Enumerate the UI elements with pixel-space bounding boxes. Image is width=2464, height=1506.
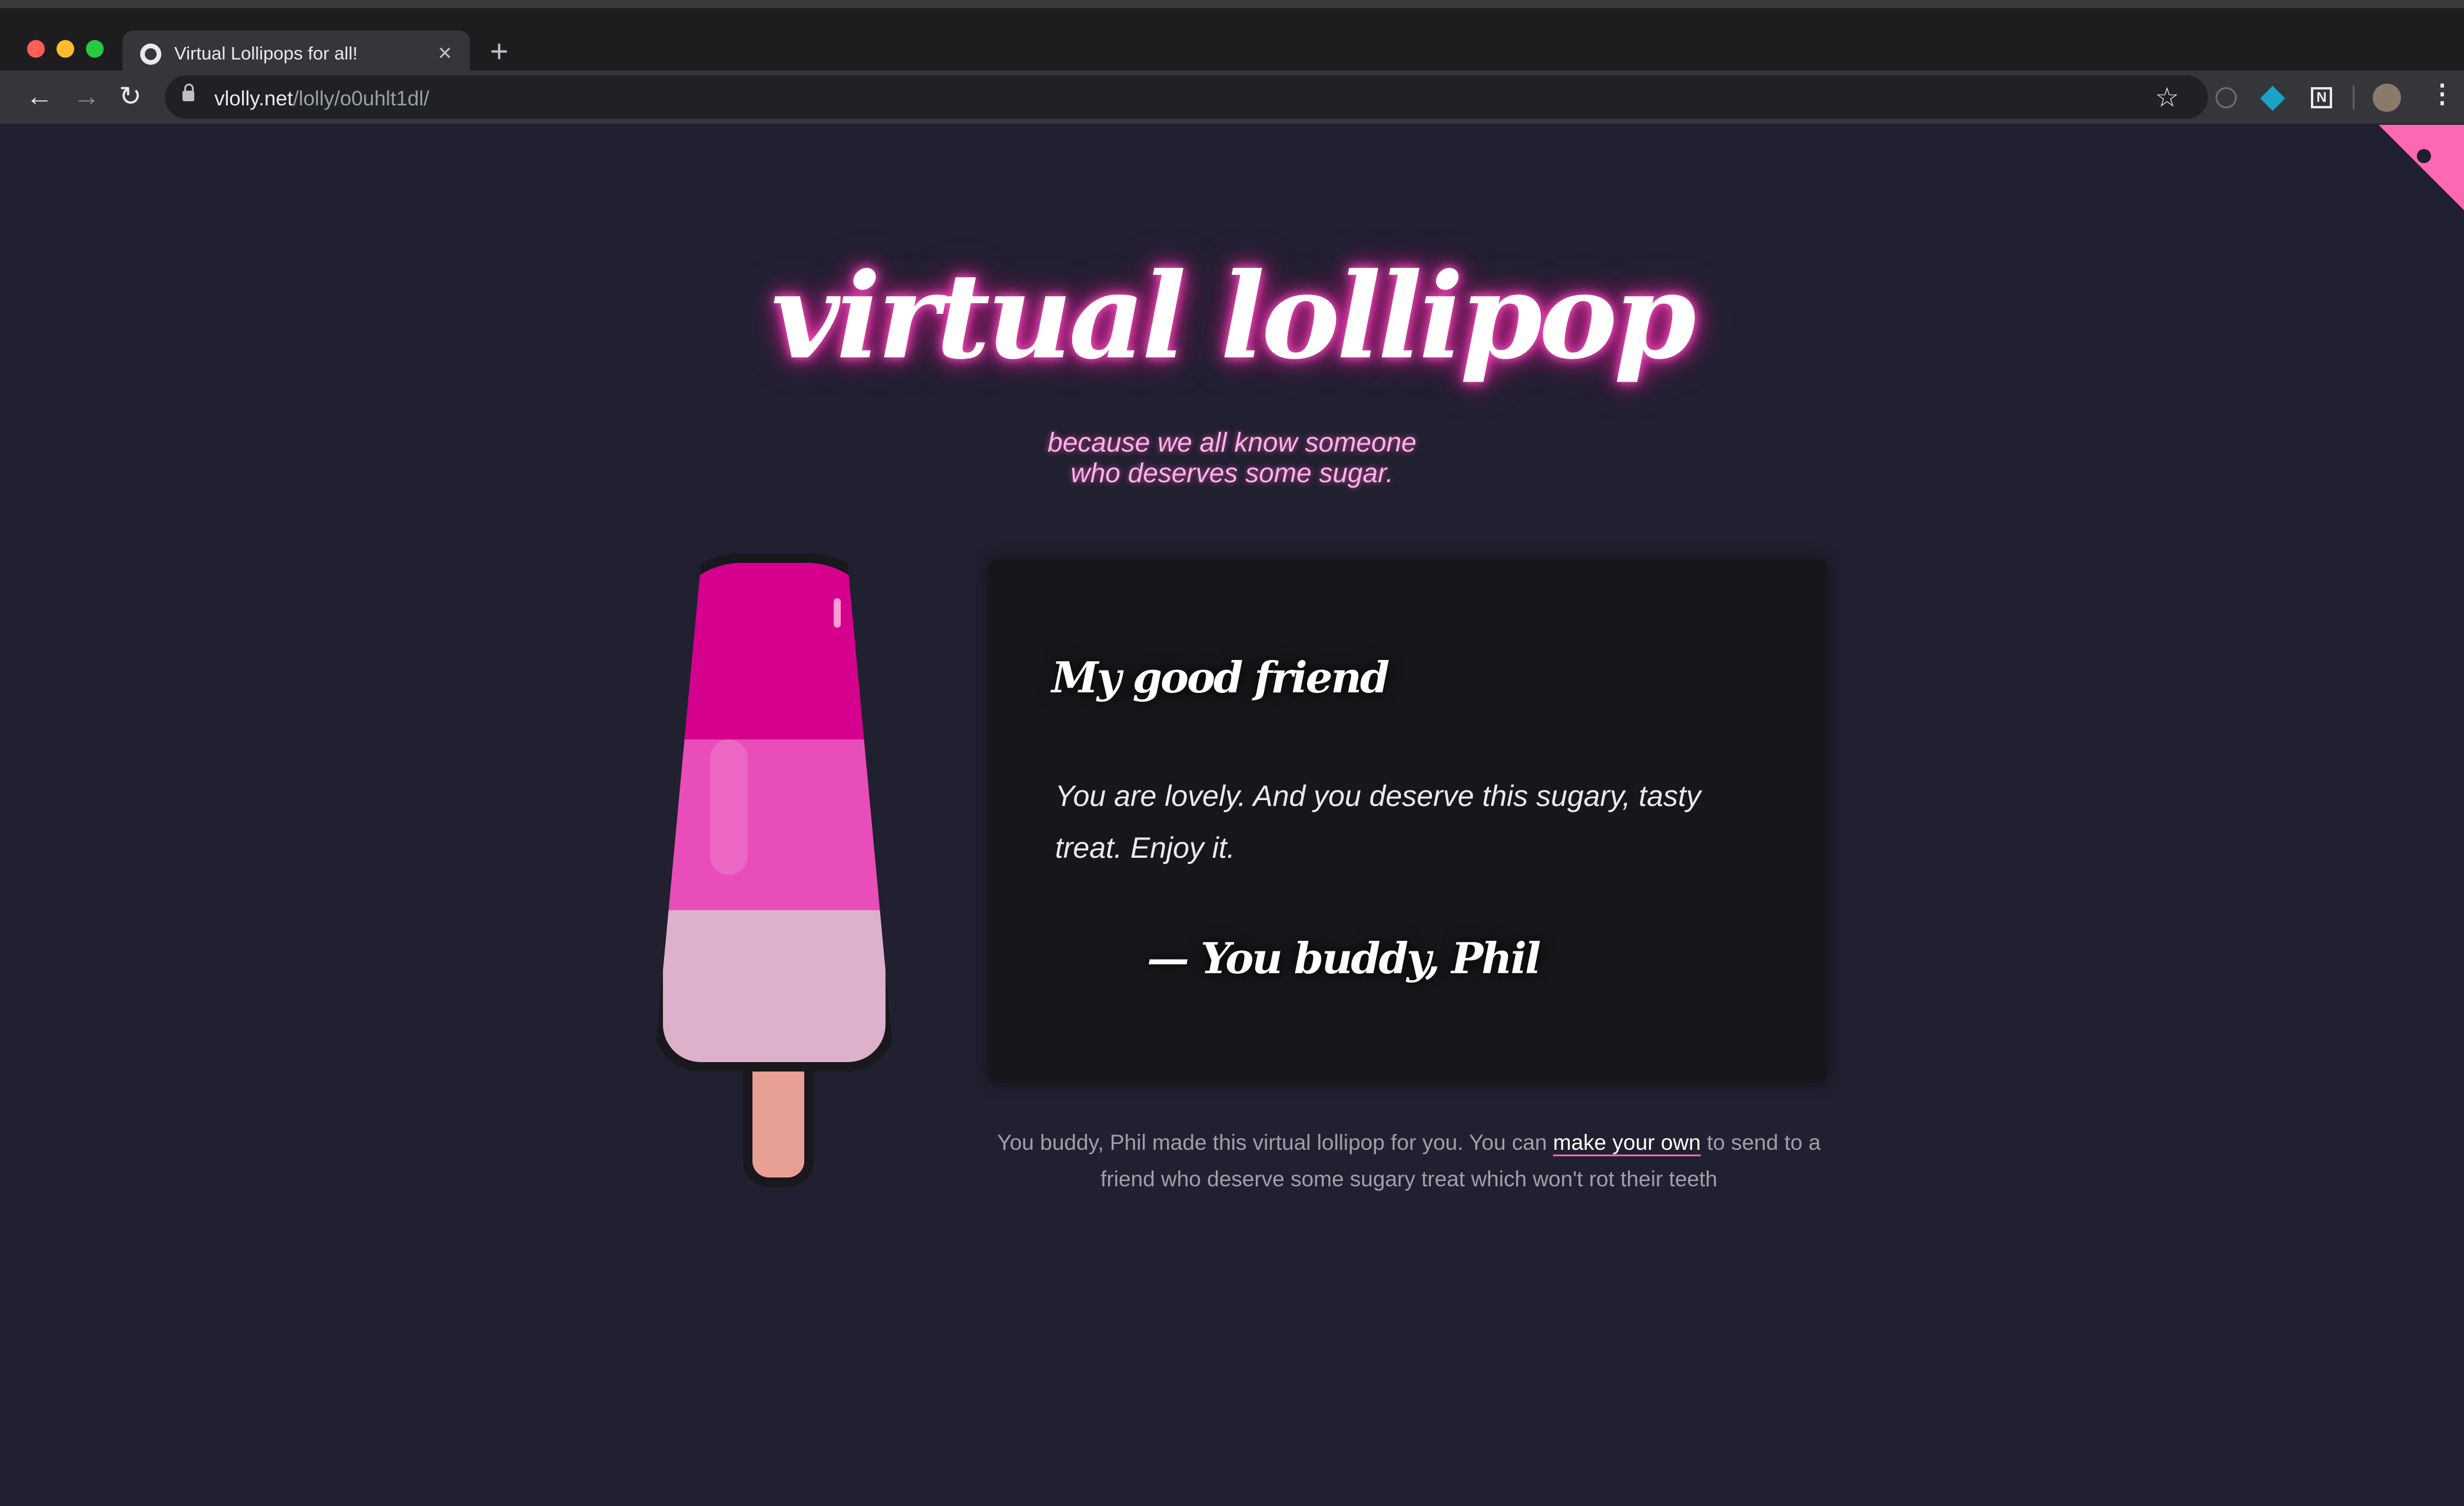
bookmark-star-icon[interactable]: ☆	[2155, 81, 2179, 113]
minimize-window-button[interactable]	[57, 40, 74, 58]
close-window-button[interactable]	[27, 40, 45, 58]
sender-signature: — You buddy, Phil	[1147, 933, 1541, 983]
github-octocat-icon: ●	[2414, 135, 2434, 173]
address-bar[interactable]: vlolly.net/lolly/o0uhlt1dl/	[165, 75, 2208, 119]
maximize-window-button[interactable]	[86, 40, 104, 58]
tagline-line2: who deserves some sugar.	[1070, 457, 1394, 488]
browser-menu-icon[interactable]: ⋮	[2429, 79, 2455, 109]
page-title: virtual lollipop	[771, 247, 1696, 386]
extension-info-icon[interactable]	[2216, 87, 2237, 108]
recipient-name: My good friend	[1052, 652, 1389, 702]
reload-icon[interactable]: ↻	[119, 81, 142, 111]
lollipop-highlight	[710, 739, 748, 875]
lollipop-body	[654, 553, 895, 1072]
make-your-own-link[interactable]: make your own	[1553, 1130, 1701, 1155]
message-card: My good friend You are lovely. And you d…	[988, 559, 1828, 1083]
lollipop-stick	[743, 1060, 814, 1187]
forward-arrow-icon[interactable]: →	[73, 81, 100, 111]
tab-title: Virtual Lollipops for all!	[174, 43, 358, 64]
url-path: /lolly/o0uhlt1dl/	[293, 87, 430, 110]
notion-extension-icon[interactable]: N	[2311, 87, 2332, 108]
lock-icon	[183, 84, 194, 101]
tagline: because we all know someone who deserves…	[0, 427, 2464, 488]
toolbar-divider	[2353, 86, 2354, 110]
url-host: vlolly.net	[214, 87, 293, 110]
new-tab-button[interactable]: +	[490, 35, 509, 67]
lollipop-flavour-middle	[663, 739, 886, 910]
globe-icon	[140, 44, 161, 65]
browser-toolbar: ← → ↻ vlolly.net/lolly/o0uhlt1dl/	[0, 71, 2464, 124]
lollipop-flavour-bottom	[663, 910, 886, 1062]
message-text: You are lovely. And you deserve this sug…	[1055, 779, 1701, 864]
footer-note: You buddy, Phil made this virtual lollip…	[989, 1124, 1829, 1197]
profile-avatar[interactable]	[2373, 84, 2401, 112]
lollipop-shine	[834, 598, 841, 628]
back-arrow-icon[interactable]: ←	[26, 81, 53, 111]
url-text: vlolly.net/lolly/o0uhlt1dl/	[214, 87, 429, 111]
footer-text-before: You buddy, Phil made this virtual lollip…	[997, 1130, 1553, 1155]
lollipop-flavour-top	[663, 563, 886, 739]
browser-titlebar: Virtual Lollipops for all! × +	[0, 0, 2464, 79]
lollipop-illustration	[642, 553, 907, 1219]
tagline-line1: because we all know someone	[1047, 427, 1417, 457]
close-tab-icon[interactable]: ×	[438, 41, 452, 65]
